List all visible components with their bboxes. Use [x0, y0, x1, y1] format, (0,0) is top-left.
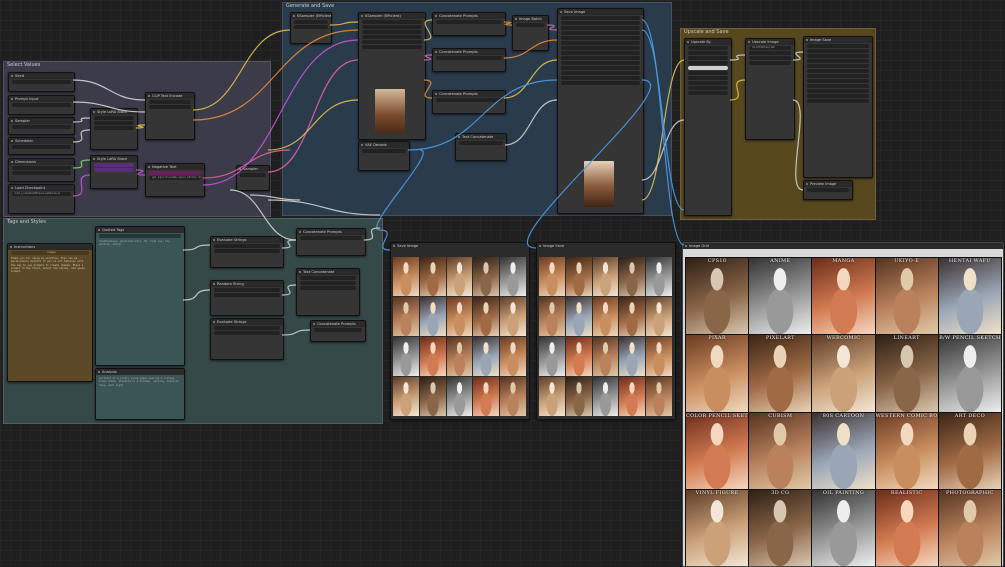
wire[interactable] — [729, 79, 746, 101]
wire[interactable] — [229, 189, 297, 241]
wire[interactable] — [72, 117, 91, 123]
wire[interactable] — [192, 29, 291, 111]
wire-layer — [72, 19, 804, 336]
wire[interactable] — [407, 79, 558, 151]
wire[interactable] — [72, 79, 146, 101]
wire[interactable] — [329, 21, 359, 26]
wire[interactable] — [379, 229, 391, 251]
wire[interactable] — [135, 124, 146, 129]
wire[interactable] — [423, 19, 433, 41]
wire[interactable] — [267, 99, 359, 151]
wire[interactable] — [423, 79, 433, 99]
wire[interactable] — [641, 19, 685, 246]
wire[interactable] — [72, 101, 146, 113]
wire[interactable] — [376, 149, 424, 231]
wire[interactable] — [249, 194, 301, 201]
wire[interactable] — [182, 244, 211, 251]
wire[interactable] — [641, 29, 685, 211]
wire[interactable] — [72, 174, 91, 197]
wire[interactable] — [423, 54, 433, 61]
wire[interactable] — [281, 284, 297, 296]
wire[interactable] — [267, 59, 359, 173]
wire[interactable] — [182, 289, 211, 301]
node-graph-canvas[interactable]: Select Values Generate and Save Tags and… — [0, 0, 1005, 567]
wire[interactable] — [281, 329, 311, 336]
wire[interactable] — [729, 54, 746, 61]
wire[interactable] — [792, 99, 804, 191]
wire[interactable] — [503, 21, 513, 26]
wire[interactable] — [503, 39, 558, 59]
wire[interactable] — [504, 99, 558, 146]
wire[interactable] — [792, 51, 804, 61]
wire[interactable] — [202, 39, 359, 186]
wire[interactable] — [503, 59, 558, 99]
wire[interactable] — [526, 79, 652, 249]
wire[interactable] — [72, 159, 91, 169]
wire[interactable] — [135, 169, 146, 176]
wire[interactable] — [72, 129, 91, 143]
wire[interactable] — [281, 239, 297, 249]
wire[interactable] — [267, 199, 381, 216]
wire[interactable] — [202, 149, 291, 179]
wire[interactable] — [546, 24, 558, 31]
